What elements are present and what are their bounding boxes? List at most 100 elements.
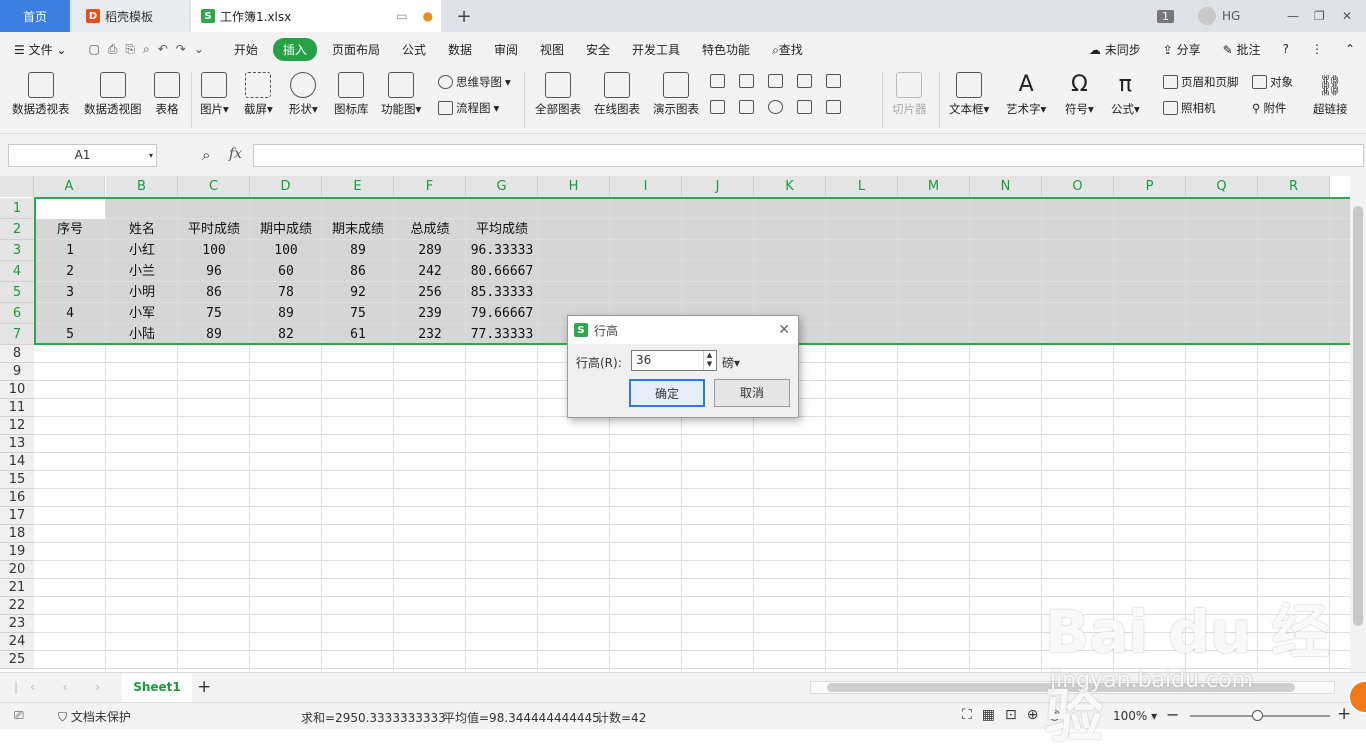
row-header[interactable]: 14 (0, 453, 34, 471)
row-header[interactable]: 13 (0, 435, 34, 453)
row-header[interactable]: 15 (0, 471, 34, 489)
column-header[interactable]: D (250, 176, 322, 197)
row-header[interactable]: 23 (0, 615, 34, 633)
column-header[interactable]: C (178, 176, 250, 197)
row-header[interactable]: 22 (0, 597, 34, 615)
cell[interactable]: 80.66667 (466, 261, 538, 282)
row-header[interactable]: 16 (0, 489, 34, 507)
chart-type-row-1[interactable] (710, 74, 841, 88)
row-header[interactable]: 11 (0, 399, 34, 417)
fx-icon[interactable]: fx (229, 146, 242, 162)
row-header[interactable]: 7 (0, 324, 34, 345)
zoom-search-icon[interactable]: ⌕ (202, 146, 210, 164)
close-icon[interactable]: ✕ (778, 322, 790, 338)
active-cell-a1[interactable] (34, 198, 105, 219)
row-header[interactable]: 17 (0, 507, 34, 525)
object-button[interactable]: 对象 (1252, 74, 1293, 90)
line-chart-icon[interactable] (768, 74, 783, 88)
cell[interactable]: 小红 (106, 240, 178, 261)
row-header[interactable]: 6 (0, 303, 34, 324)
row-header[interactable]: 9 (0, 363, 34, 381)
monitor-icon[interactable]: ▭ (396, 9, 407, 23)
cell[interactable]: 平均成绩 (466, 219, 538, 240)
column-header[interactable]: J (682, 176, 754, 197)
row-header[interactable]: 2 (0, 219, 34, 240)
sync-status[interactable]: ☁ 未同步 (1078, 41, 1152, 58)
row-header[interactable]: 18 (0, 525, 34, 543)
pivot-table-button[interactable]: 数据透视表 (12, 72, 70, 117)
window-count-badge[interactable]: 1 (1157, 0, 1174, 32)
column-header[interactable]: M (898, 176, 970, 197)
cell[interactable]: 86 (178, 282, 250, 303)
help-icon[interactable]: ? (1272, 42, 1300, 56)
unit-select[interactable]: 磅▾ (722, 354, 740, 371)
cell[interactable]: 1 (34, 240, 106, 261)
restore-icon[interactable]: ❐ (1314, 0, 1325, 32)
scatter-chart-icon[interactable] (797, 100, 812, 114)
column-header[interactable]: O (1042, 176, 1114, 197)
sheet-tab-sheet1[interactable]: Sheet1 (122, 673, 192, 702)
textbox-button[interactable]: 文本框▾ (949, 72, 989, 117)
cell[interactable]: 60 (250, 261, 322, 282)
formula-input[interactable] (253, 144, 1364, 167)
menu-file[interactable]: ☰ 文件 ⌄ (0, 41, 77, 58)
column-header[interactable]: E (322, 176, 394, 197)
cell[interactable]: 86 (322, 261, 394, 282)
menu-features[interactable]: 特色功能 (691, 41, 761, 58)
column-header[interactable]: F (394, 176, 466, 197)
row-header[interactable]: 8 (0, 345, 34, 363)
cell[interactable]: 96 (178, 261, 250, 282)
cell[interactable]: 232 (394, 324, 466, 345)
header-footer-button[interactable]: 页眉和页脚 (1163, 74, 1239, 90)
row-header[interactable]: 3 (0, 240, 34, 261)
select-all-corner[interactable] (0, 176, 34, 197)
all-charts-button[interactable]: 全部图表 (535, 72, 581, 117)
attachment-button[interactable]: ⚲ 附件 (1252, 100, 1286, 116)
equation-button[interactable]: π 公式▾ (1111, 72, 1140, 117)
menu-home[interactable]: 开始 (223, 41, 269, 58)
tab-templates[interactable]: D 稻壳模板 (72, 0, 189, 32)
row-header[interactable]: 1 (0, 198, 34, 219)
quick-access-toolbar[interactable]: ▢⎙⎘⌕↶↷⌄ (77, 42, 222, 57)
cell[interactable]: 82 (250, 324, 322, 345)
cell[interactable]: 期中成绩 (250, 219, 322, 240)
radar-chart-icon[interactable] (797, 74, 812, 88)
column-header[interactable]: R (1258, 176, 1330, 197)
new-tab-button[interactable]: + (452, 0, 476, 32)
symbol-button[interactable]: Ω 符号▾ (1065, 72, 1094, 117)
menu-security[interactable]: 安全 (575, 41, 621, 58)
bar-chart-icon[interactable] (739, 74, 754, 88)
spinner-icon[interactable]: ▲ ▼ (703, 351, 715, 370)
column-header[interactable]: L (826, 176, 898, 197)
mind-map-button[interactable]: 思维导图 ▾ (438, 74, 511, 90)
word-art-button[interactable]: A 艺术字▾ (1006, 72, 1046, 117)
column-header[interactable]: P (1114, 176, 1186, 197)
column-chart-icon[interactable] (710, 74, 725, 88)
cell[interactable]: 5 (34, 324, 106, 345)
menu-page-layout[interactable]: 页面布局 (321, 41, 391, 58)
cell[interactable]: 姓名 (106, 219, 178, 240)
flowchart-button[interactable]: 流程图 ▾ (438, 100, 499, 116)
cell[interactable]: 75 (322, 303, 394, 324)
menu-developer[interactable]: 开发工具 (621, 41, 691, 58)
cell[interactable]: 期末成绩 (322, 219, 394, 240)
protect-status[interactable]: ⛉ 文档未保护 (58, 708, 131, 725)
row-header[interactable]: 24 (0, 633, 34, 651)
cell[interactable]: 89 (322, 240, 394, 261)
collapse-ribbon-icon[interactable]: ⌃ (1334, 42, 1366, 56)
tab-workbook[interactable]: S 工作簿1.xlsx ▭ ● (191, 0, 441, 32)
cell[interactable]: 77.33333 (466, 324, 538, 345)
vertical-scroll-thumb[interactable] (1353, 206, 1363, 626)
cell[interactable]: 289 (394, 240, 466, 261)
share-button[interactable]: ⇪ 分享 (1152, 41, 1212, 58)
macro-icon[interactable]: ⎚ (14, 708, 24, 723)
row-header[interactable]: 25 (0, 651, 34, 669)
cell[interactable]: 100 (178, 240, 250, 261)
cell[interactable]: 89 (250, 303, 322, 324)
cell[interactable]: 96.33333 (466, 240, 538, 261)
cell[interactable]: 100 (250, 240, 322, 261)
cell[interactable]: 2 (34, 261, 106, 282)
cell[interactable]: 小陆 (106, 324, 178, 345)
cell[interactable]: 小军 (106, 303, 178, 324)
cancel-button[interactable]: 取消 (714, 379, 790, 407)
